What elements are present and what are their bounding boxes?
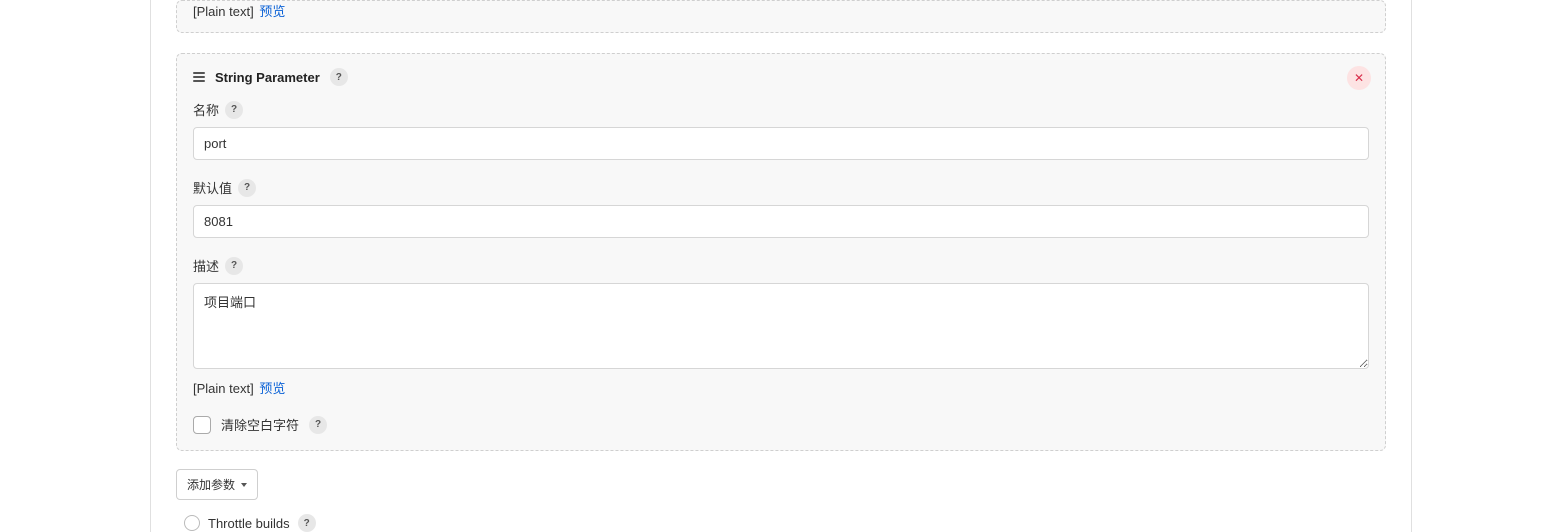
previous-parameter-panel: [Plain text] 预览 — [176, 0, 1386, 33]
plain-text-marker: [Plain text] — [193, 381, 254, 396]
description-field-group: 描述 ? [Plain text] 预览 — [193, 256, 1369, 397]
help-icon[interactable]: ? — [225, 101, 243, 119]
default-value-field-group: 默认值 ? — [193, 178, 1369, 238]
drag-handle-icon[interactable] — [193, 72, 205, 82]
description-textarea[interactable] — [193, 283, 1369, 369]
preview-link[interactable]: 预览 — [259, 4, 285, 19]
plain-text-marker: [Plain text] — [193, 4, 254, 19]
name-input[interactable] — [193, 127, 1369, 160]
description-label: 描述 — [193, 256, 219, 275]
default-value-input[interactable] — [193, 205, 1369, 238]
help-icon[interactable]: ? — [298, 514, 316, 532]
trim-label: 清除空白字符 — [221, 415, 299, 434]
throttle-builds-checkbox[interactable] — [184, 515, 200, 531]
help-icon[interactable]: ? — [225, 257, 243, 275]
close-icon: ✕ — [1354, 71, 1364, 85]
description-footer: [Plain text] 预览 — [193, 378, 1369, 397]
panel-header: String Parameter ? — [193, 68, 1369, 86]
add-parameter-label: 添加参数 — [187, 476, 235, 493]
chevron-down-icon — [241, 483, 247, 487]
name-field-group: 名称 ? — [193, 100, 1369, 160]
trim-field-group: 清除空白字符 ? — [193, 415, 1369, 434]
throttle-builds-row: Throttle builds ? — [184, 514, 1386, 532]
help-icon[interactable]: ? — [309, 416, 327, 434]
description-footer-prev: [Plain text] 预览 — [193, 1, 1369, 20]
name-label: 名称 — [193, 100, 219, 119]
help-icon[interactable]: ? — [238, 179, 256, 197]
string-parameter-panel: ✕ String Parameter ? 名称 ? 默认值 ? — [176, 53, 1386, 451]
default-value-label: 默认值 — [193, 178, 232, 197]
trim-checkbox[interactable] — [193, 416, 211, 434]
add-parameter-button[interactable]: 添加参数 — [176, 469, 258, 500]
remove-parameter-button[interactable]: ✕ — [1347, 66, 1371, 90]
help-icon[interactable]: ? — [330, 68, 348, 86]
parameter-type-title: String Parameter — [215, 70, 320, 85]
throttle-builds-label: Throttle builds — [208, 516, 290, 531]
preview-link[interactable]: 预览 — [259, 381, 285, 396]
